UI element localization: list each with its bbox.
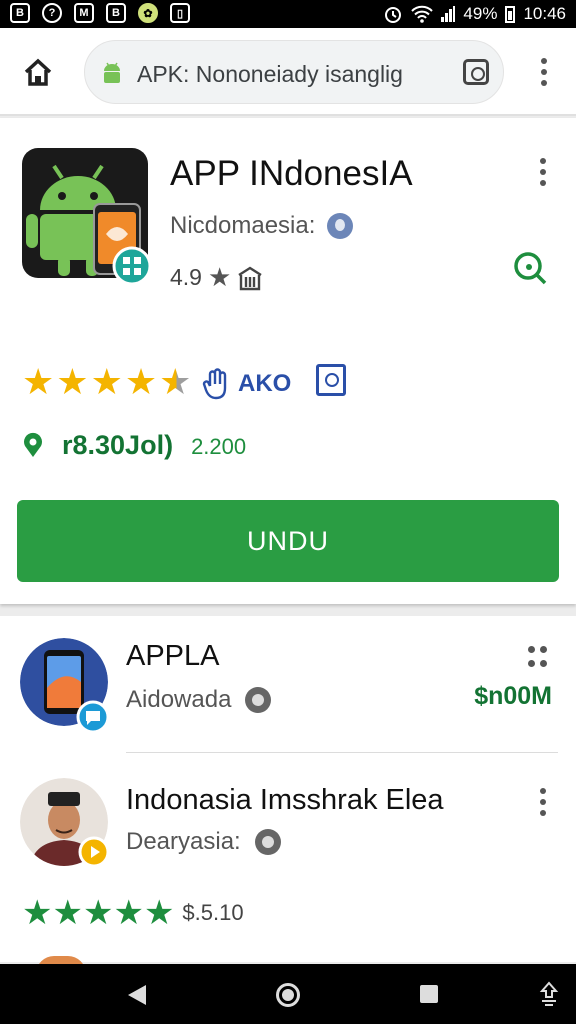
star-full-icon: ★ bbox=[56, 361, 89, 402]
notification-icon: B bbox=[106, 3, 126, 23]
browser-toolbar: APK: Nononeiady isanglig bbox=[0, 28, 576, 116]
screenshot-icon[interactable] bbox=[316, 364, 346, 396]
status-bar: B ? M B ✿ ▯ 49% 10:46 bbox=[0, 0, 576, 28]
location-pin-icon bbox=[24, 432, 42, 457]
recents-icon[interactable] bbox=[420, 985, 438, 1003]
home-icon[interactable] bbox=[22, 56, 54, 88]
globe-icon bbox=[245, 687, 272, 713]
star-full-icon: ★ bbox=[90, 361, 123, 402]
building-icon bbox=[238, 266, 262, 290]
hand-icon bbox=[202, 368, 227, 400]
battery-percent: 49% bbox=[463, 4, 498, 23]
list-item-price: $n00M bbox=[474, 682, 552, 710]
star-half-icon: ★ bbox=[159, 361, 192, 402]
download-button[interactable]: UNDU bbox=[17, 500, 559, 582]
wifi-icon bbox=[411, 5, 434, 23]
system-icons: 49% 10:46 bbox=[383, 4, 566, 24]
url-text[interactable]: APK: Nononeiady isanglig bbox=[137, 61, 403, 88]
developer-row: Nicdomaesia: bbox=[170, 212, 354, 240]
tab-switcher-icon[interactable] bbox=[463, 59, 489, 85]
list-item-price: $.5.10 bbox=[182, 900, 244, 925]
address-bar[interactable]: APK: Nononeiady isanglig bbox=[84, 40, 504, 104]
back-icon[interactable] bbox=[128, 985, 146, 1005]
price: r8.30Jol) bbox=[62, 430, 174, 460]
notification-icon: ▯ bbox=[170, 3, 190, 23]
list-item-rating: ★ ★ ★ ★ ★ $.5.10 bbox=[22, 896, 244, 930]
signal-icon bbox=[441, 6, 456, 22]
rating-row: 4.9 ★ bbox=[170, 262, 263, 293]
price-row: r8.30Jol) 2.200 bbox=[22, 428, 246, 461]
star-full-icon: ★ bbox=[143, 894, 175, 932]
ako-badge[interactable]: AKO bbox=[202, 368, 291, 400]
notification-icon: M bbox=[74, 3, 94, 23]
home-nav-icon[interactable] bbox=[276, 983, 300, 1007]
star-full-icon: ★ bbox=[22, 361, 55, 402]
download-count: 2.200 bbox=[191, 434, 247, 459]
list-item-title[interactable]: Indonasia Imsshrak Elea bbox=[126, 784, 444, 817]
featured-app-card: APP INdonesIA Nicdomaesia: 4.9 ★ ★ ★ ★ ★… bbox=[0, 118, 576, 604]
clock: 10:46 bbox=[523, 4, 566, 23]
accessibility-icon[interactable] bbox=[538, 981, 560, 1007]
search-icon[interactable] bbox=[512, 250, 548, 286]
globe-icon bbox=[327, 213, 354, 239]
notification-icon: B bbox=[10, 3, 30, 23]
star-full-icon: ★ bbox=[82, 894, 114, 932]
divider bbox=[126, 752, 558, 753]
verified-badge-icon bbox=[112, 246, 152, 286]
list-item-developer-row: Aidowada bbox=[126, 686, 272, 714]
star-full-icon: ★ bbox=[52, 894, 83, 932]
list-item-developer-row: Dearyasia: bbox=[126, 828, 281, 856]
star-rating: ★ ★ ★ ★ ★ bbox=[22, 364, 191, 400]
battery-icon bbox=[505, 5, 516, 23]
android-icon bbox=[104, 62, 120, 83]
ako-label: AKO bbox=[238, 370, 292, 397]
chat-badge-icon bbox=[76, 700, 110, 734]
notification-icons: B ? M B ✿ ▯ bbox=[10, 3, 190, 23]
star-icon: ★ bbox=[207, 262, 232, 292]
developer-name[interactable]: Nicdomaesia: bbox=[170, 212, 315, 240]
globe-icon bbox=[254, 829, 281, 855]
notification-icon: ✿ bbox=[138, 3, 158, 23]
list-item-more-icon[interactable] bbox=[539, 788, 547, 816]
notification-icon: ? bbox=[42, 3, 62, 23]
rating-value: 4.9 bbox=[170, 264, 202, 290]
app-more-icon[interactable] bbox=[539, 158, 547, 186]
list-item-title[interactable]: APPLA bbox=[126, 640, 220, 673]
star-full-icon: ★ bbox=[124, 361, 158, 402]
navigation-bar bbox=[0, 964, 576, 1024]
star-full-icon: ★ bbox=[22, 894, 53, 932]
play-badge-icon bbox=[78, 836, 110, 868]
star-full-icon: ★ bbox=[113, 894, 144, 932]
list-item-developer: Dearyasia: bbox=[126, 828, 241, 855]
more-vert-icon[interactable] bbox=[540, 58, 548, 86]
alarm-icon bbox=[385, 7, 402, 23]
list-item-developer: Aidowada bbox=[126, 686, 232, 713]
app-title: APP INdonesIA bbox=[170, 154, 413, 193]
grid-menu-icon[interactable] bbox=[528, 646, 548, 668]
